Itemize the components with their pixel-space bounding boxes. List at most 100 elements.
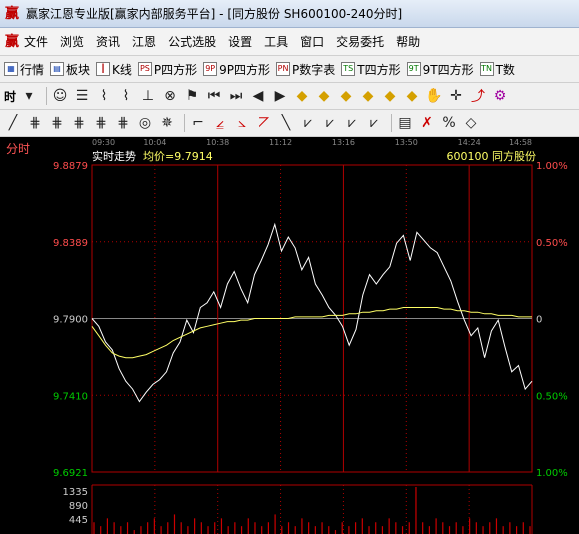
star-icon[interactable]: ✵: [158, 115, 176, 131]
menu-window[interactable]: 窗口: [294, 33, 330, 50]
menu-bar: 赢 文件 浏览 资讯 江恩 公式选股 设置 工具 窗口 交易委托 帮助: [0, 28, 579, 56]
last-page-icon[interactable]: ⏭: [227, 88, 245, 104]
fan-icon[interactable]: ⦣: [233, 115, 251, 131]
sectors-button[interactable]: ▤ 板块: [50, 61, 90, 78]
window-title: 赢家江恩专业版[赢家内部服务平台] - [同方股份 SH600100-240分时…: [26, 7, 403, 21]
fan-icon[interactable]: ⦤: [211, 115, 229, 131]
line-tool-icon[interactable]: ╱: [4, 115, 22, 131]
diamond-icon[interactable]: ◆: [403, 88, 421, 104]
pn-icon: PN: [276, 62, 291, 76]
face-icon[interactable]: ☺: [51, 88, 69, 104]
9p-icon: 9P: [203, 62, 218, 76]
menu-gann[interactable]: 江恩: [126, 33, 162, 50]
time-tick-label: 13:50: [395, 138, 418, 147]
diamond-icon[interactable]: ◆: [381, 88, 399, 104]
cross-circle-icon[interactable]: ⊗: [161, 88, 179, 104]
angle-icon[interactable]: ⩗: [299, 115, 317, 131]
time-tick-label: 10:38: [206, 138, 229, 147]
time-tick-label: 13:16: [332, 138, 355, 147]
flag-icon[interactable]: ⚑: [183, 88, 201, 104]
ts-icon: TS: [341, 62, 356, 76]
angle-icon[interactable]: ⩗: [365, 115, 383, 131]
price-tick-label: 9.6921: [53, 468, 88, 479]
menu-file[interactable]: 文件: [22, 33, 54, 50]
percent-icon[interactable]: %: [440, 115, 458, 131]
price-tick-label: 9.8389: [53, 238, 88, 249]
gann-grid-icon[interactable]: ⋕: [70, 115, 88, 131]
9t-icon: 9T: [406, 62, 421, 76]
gann-grid-icon[interactable]: ⋕: [26, 115, 44, 131]
toolbar-separator: [46, 87, 48, 105]
toolbar-separator: [391, 114, 392, 132]
settings-icon[interactable]: ⚙: [491, 88, 509, 104]
fan-icon[interactable]: ⦢: [255, 115, 273, 131]
time-tick-label: 11:12: [269, 138, 292, 147]
sidebar-label: 分时: [6, 142, 30, 156]
p-number-table-button[interactable]: PN P数字表: [276, 61, 335, 78]
kline-button[interactable]: ┃ K线: [96, 61, 132, 78]
trend-icon[interactable]: ⤴: [469, 86, 487, 106]
app-menu-icon[interactable]: 赢: [4, 34, 20, 50]
period-dropdown[interactable]: 时: [4, 88, 16, 105]
diamond-icon[interactable]: ◆: [315, 88, 333, 104]
percent-tick-label: 1.00%: [536, 161, 568, 172]
diamond-icon[interactable]: ◆: [337, 88, 355, 104]
t-square-button[interactable]: TS T四方形: [341, 61, 401, 78]
dropdown-arrow-icon[interactable]: ▾: [20, 88, 38, 104]
p-square-button[interactable]: PS P四方形: [137, 61, 197, 78]
menu-formula[interactable]: 公式选股: [162, 33, 222, 50]
angle-icon[interactable]: ⩗: [343, 115, 361, 131]
delete-icon[interactable]: ✗: [418, 115, 436, 131]
intraday-chart[interactable]: 分时 实时走势 均价=9.7914 600100 同方股份 09:30 10:04…: [0, 137, 579, 534]
menu-info[interactable]: 资讯: [90, 33, 126, 50]
gann-grid-icon[interactable]: ⋕: [92, 115, 110, 131]
price-tick-label: 9.8879: [53, 161, 88, 172]
crosshair-icon[interactable]: ✛: [447, 88, 465, 104]
gann-grid-icon[interactable]: ⋕: [48, 115, 66, 131]
angle-icon[interactable]: ⩗: [321, 115, 339, 131]
prev-icon[interactable]: ◀: [249, 88, 267, 104]
drawing-toolbar: 时 ▾ ☺ ☰ ⌇ ⌇ ⊥ ⊗ ⚑ ⏮ ⏭ ◀ ▶ ◆ ◆ ◆ ◆ ◆ ◆ ✋ …: [0, 83, 579, 110]
wave-icon[interactable]: ⌇: [95, 88, 113, 104]
price-tick-label: 9.7410: [53, 391, 88, 402]
app-logo-icon: 赢: [5, 5, 19, 22]
bracket-icon[interactable]: ⌐: [189, 115, 207, 131]
menu-settings[interactable]: 设置: [222, 33, 258, 50]
t-number-button[interactable]: TN T数: [479, 61, 515, 78]
volume-tick-label: 1335: [63, 487, 88, 498]
menu-tools[interactable]: 工具: [258, 33, 294, 50]
analysis-toolbar: ╱ ⋕ ⋕ ⋕ ⋕ ⋕ ◎ ✵ ⌐ ⦤ ⦣ ⦢ ╲ ⩗ ⩗ ⩗ ⩗ ▤ ✗ % …: [0, 110, 579, 137]
volume-tick-label: 445: [69, 515, 88, 526]
main-toolbar: ▦ 行情 ▤ 板块 ┃ K线 PS P四方形 9P 9P四方形 PN P数字表 TS T四方形…: [0, 56, 579, 83]
time-tick-label: 09:30: [92, 138, 115, 147]
volume-tick-label: 890: [69, 501, 88, 512]
circle-target-icon[interactable]: ◎: [136, 115, 154, 131]
avg-price-label: 均价=9.7914: [143, 150, 213, 163]
kline-icon: ┃: [96, 62, 111, 76]
gann-grid-icon[interactable]: ⋕: [114, 115, 132, 131]
menu-trade[interactable]: 交易委托: [330, 33, 390, 50]
first-page-icon[interactable]: ⏮: [205, 88, 223, 104]
candle-icon[interactable]: ⊥: [139, 88, 157, 104]
menu-browse[interactable]: 浏览: [54, 33, 90, 50]
slash-icon[interactable]: ╲: [277, 115, 295, 131]
diamond-icon[interactable]: ◆: [293, 88, 311, 104]
panel-title: 实时走势: [92, 149, 136, 163]
list-icon[interactable]: ☰: [73, 88, 91, 104]
9p-square-button[interactable]: 9P 9P四方形: [203, 61, 270, 78]
hand-icon[interactable]: ✋: [425, 88, 443, 104]
price-tick-label: 9.7900: [53, 315, 88, 326]
9t-square-button[interactable]: 9T 9T四方形: [406, 61, 474, 78]
menu-help[interactable]: 帮助: [390, 33, 426, 50]
blocks-icon: ▤: [50, 62, 65, 76]
table-icon[interactable]: ▤: [396, 115, 414, 131]
percent-tick-label: 0: [536, 315, 542, 326]
diamond-icon[interactable]: ◆: [359, 88, 377, 104]
percent-tick-label: 0.50%: [536, 238, 568, 249]
chart-area[interactable]: 分时 实时走势 均价=9.7914 600100 同方股份 09:30 10:04…: [0, 137, 579, 534]
diamond-outline-icon[interactable]: ◇: [462, 115, 480, 131]
next-icon[interactable]: ▶: [271, 88, 289, 104]
wave2-icon[interactable]: ⌇: [117, 88, 135, 104]
ps-icon: PS: [137, 62, 152, 76]
quotes-button[interactable]: ▦ 行情: [4, 61, 44, 78]
